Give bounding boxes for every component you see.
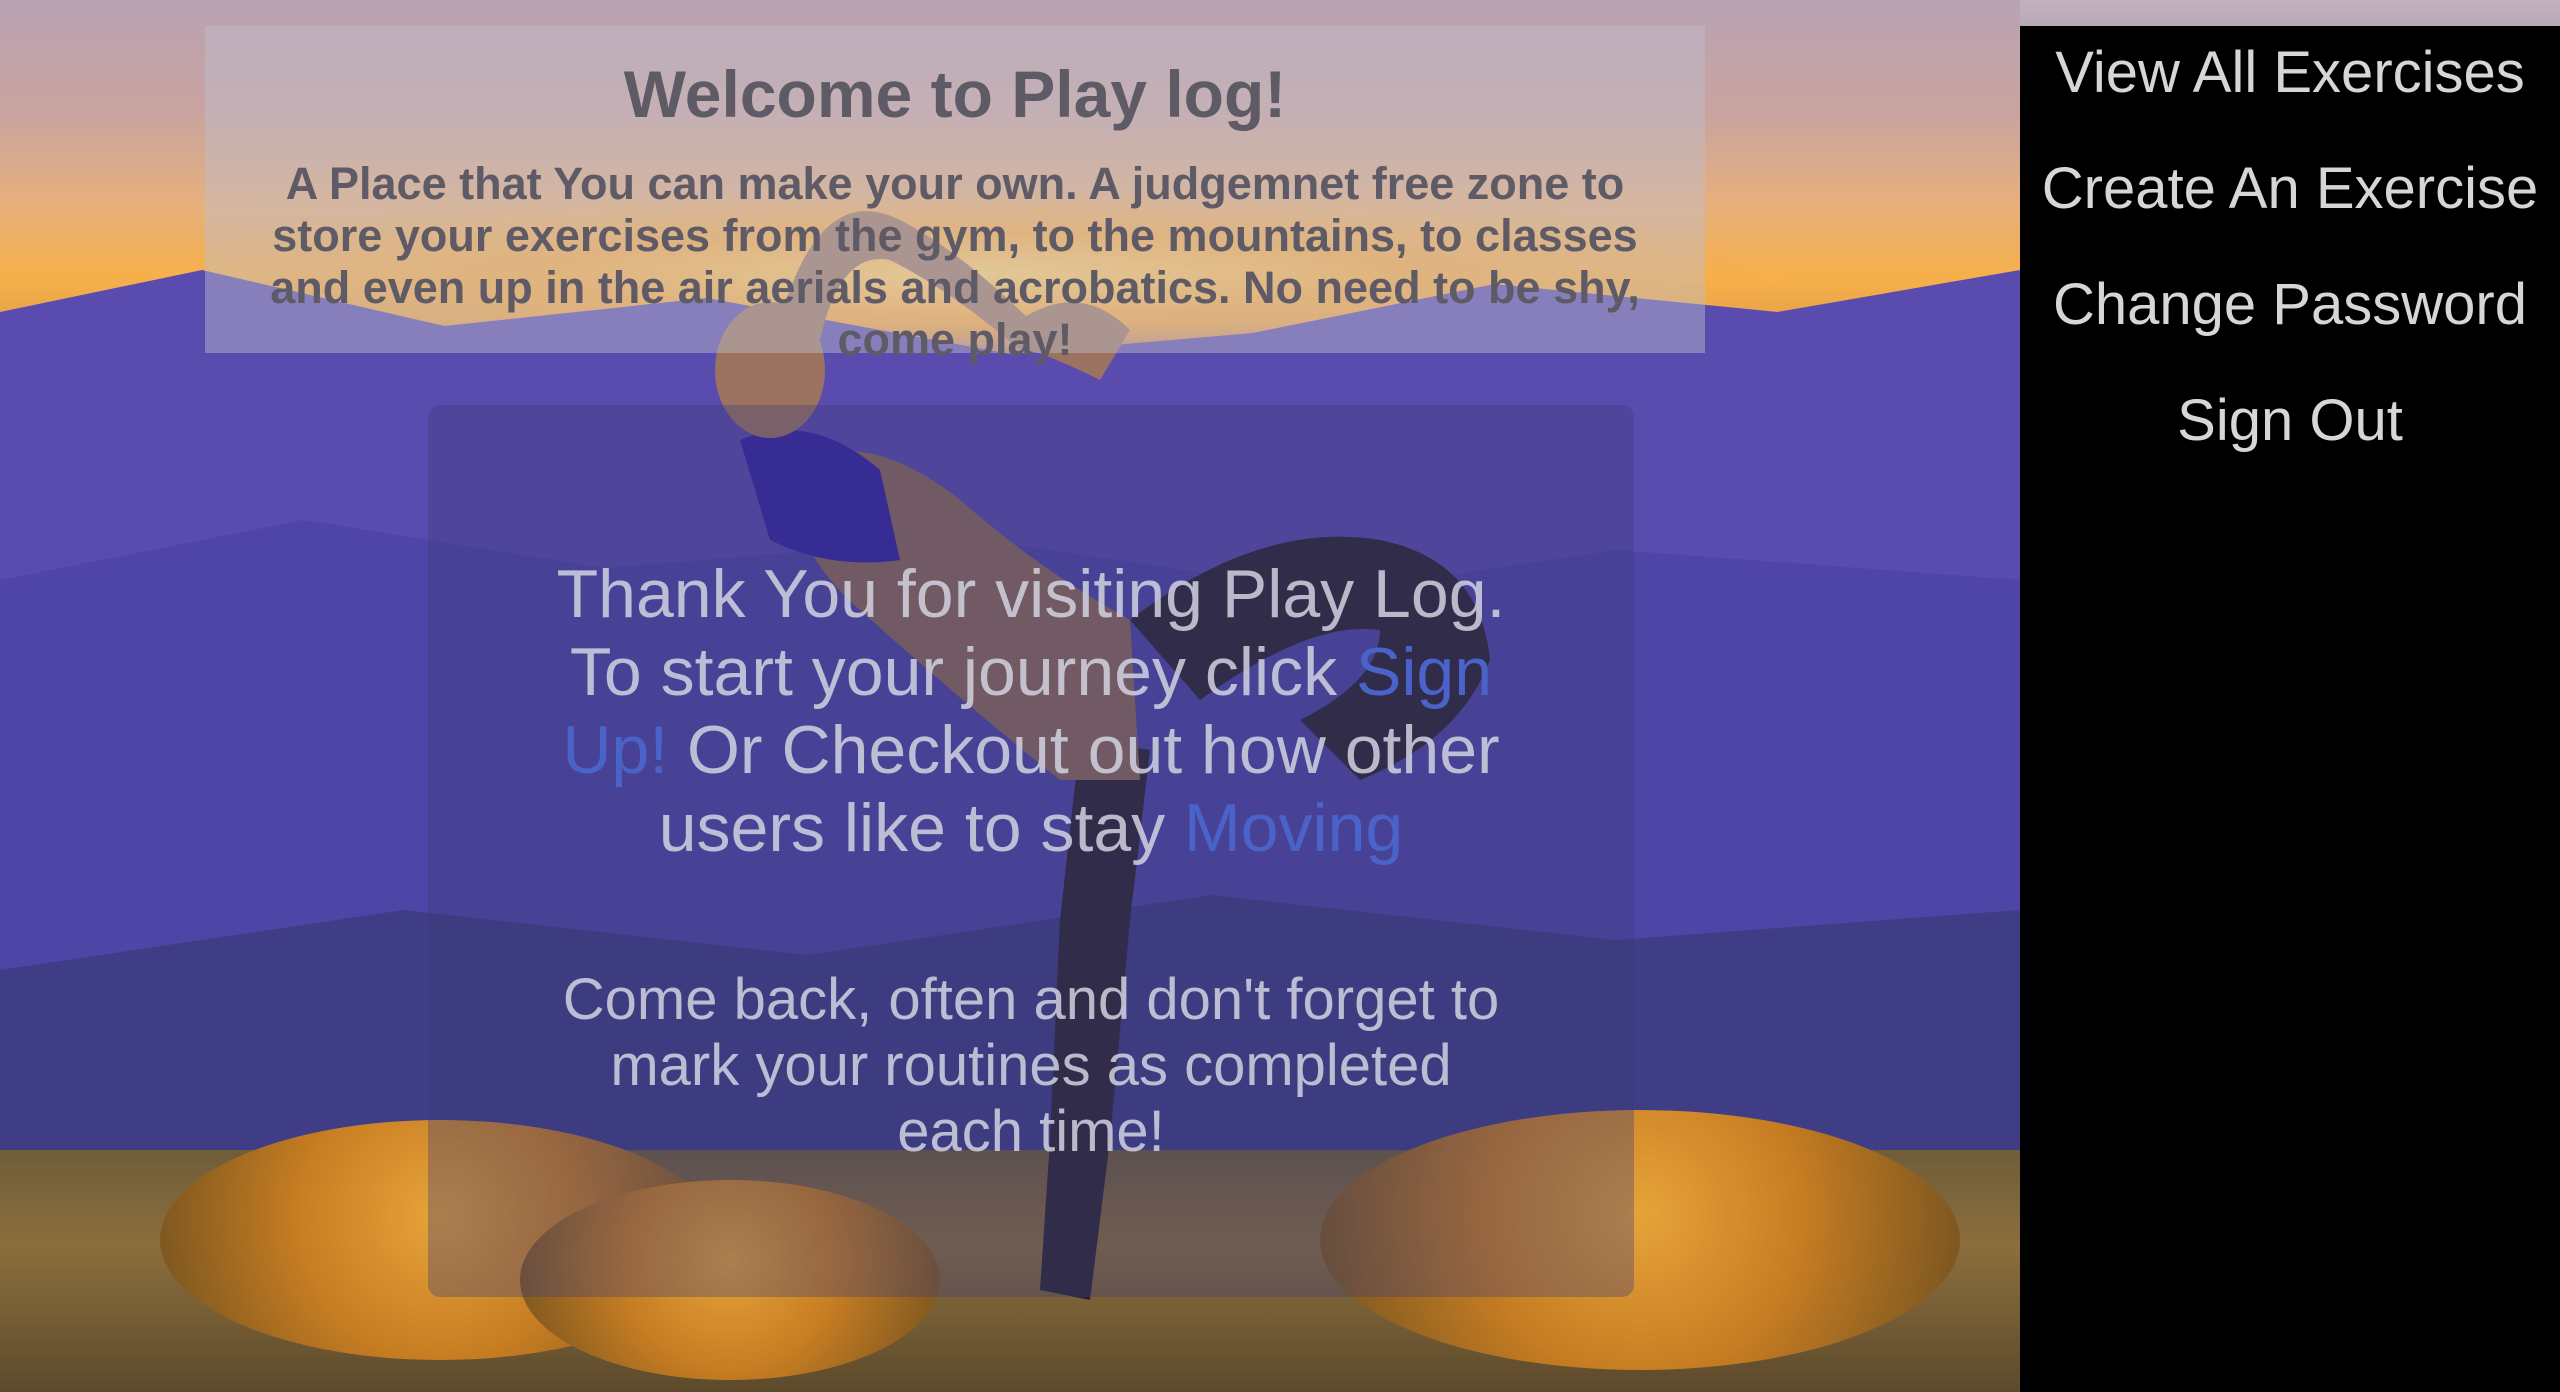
welcome-title: Welcome to Play log! (623, 57, 1287, 131)
moving-link[interactable]: Moving (1184, 790, 1403, 866)
welcome-banner: Welcome to Play log! A Place that You ca… (205, 26, 1705, 365)
welcome-text: A Place that You can make your own. A ju… (270, 158, 1640, 365)
nav-view-all-exercises[interactable]: View All Exercises (2020, 26, 2560, 142)
page: Welcome to Play log! A Place that You ca… (0, 0, 2560, 1392)
side-nav: View All Exercises Create An Exercise Ch… (2020, 26, 2560, 1392)
top-strip (2020, 0, 2560, 26)
reminder-text: Come back, often and don't forget to mar… (562, 967, 1500, 1164)
nav-sign-out[interactable]: Sign Out (2020, 374, 2560, 490)
nav-change-password[interactable]: Change Password (2020, 258, 2560, 374)
nav-create-exercise[interactable]: Create An Exercise (2020, 142, 2560, 258)
main-card: Thank You for visiting Play Log. To star… (428, 405, 1634, 1297)
intro-text: Thank You for visiting Play Log. To star… (528, 555, 1534, 867)
